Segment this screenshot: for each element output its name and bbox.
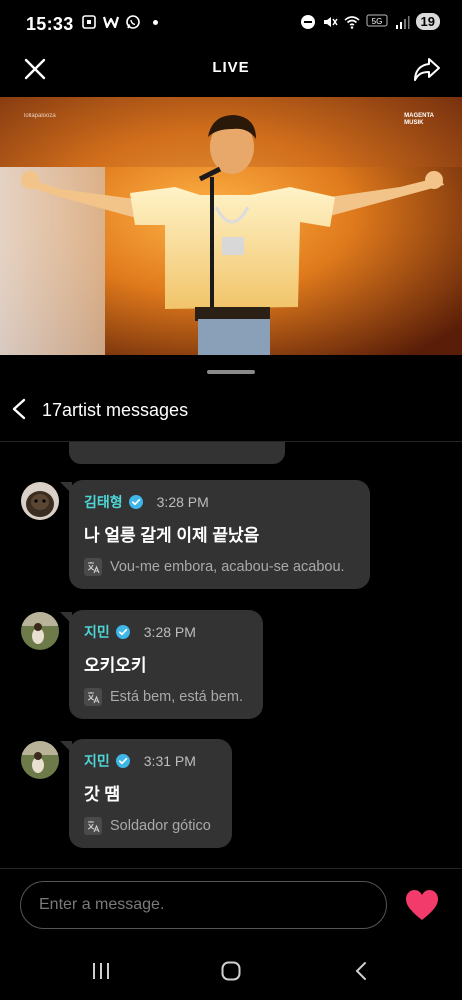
message-time: 3:28 PM <box>156 494 209 510</box>
avatar[interactable] <box>21 741 59 779</box>
previous-message-bubble <box>69 442 285 464</box>
sender-name: 김태형 <box>84 494 123 510</box>
avatar-dog-image <box>21 482 59 520</box>
system-nav-bar <box>0 945 462 1000</box>
message-bubble[interactable]: 김태형 3:28 PM 나 얼릉 갈게 이제 끝났음 Vou-me embora… <box>69 480 370 589</box>
avatar[interactable] <box>21 612 59 650</box>
translate-icon <box>84 688 102 706</box>
message-bubble[interactable]: 지민 3:28 PM 오키오키 Está bem, está bem. <box>69 610 263 719</box>
video-watermark-line2: MUSIK <box>404 120 424 126</box>
avatar-photo-image <box>21 741 59 779</box>
translate-icon <box>84 558 102 576</box>
status-time: 15:33 <box>26 14 74 34</box>
mute-icon <box>323 16 338 27</box>
translation-text: Soldador gótico <box>110 818 211 834</box>
network-label: 5G <box>371 17 382 26</box>
wifi-icon <box>344 15 360 29</box>
message-time: 3:31 PM <box>143 753 196 769</box>
message-meta: 지민 3:31 PM <box>84 752 218 770</box>
composer-divider <box>0 868 462 869</box>
translate-icon <box>84 817 102 835</box>
message-translation: Vou-me embora, acabou-se acabou. <box>84 558 356 576</box>
sender-name: 지민 <box>84 753 110 769</box>
verified-badge-icon <box>115 754 130 768</box>
message-text: 갓 땜 <box>84 785 121 804</box>
translation-text: Está bem, está bem. <box>110 689 243 705</box>
avatar[interactable] <box>21 482 59 520</box>
more-notifications-dot <box>153 19 158 25</box>
message-input[interactable] <box>20 881 387 929</box>
concert-video-frame <box>0 97 462 355</box>
translation-text: Vou-me embora, acabou-se acabou. <box>110 559 345 575</box>
verified-badge-icon <box>128 495 143 509</box>
heart-icon[interactable] <box>404 888 440 922</box>
home-icon[interactable] <box>220 960 242 982</box>
network-5g-icon: 5G <box>366 14 388 26</box>
battery-level: 19 <box>415 13 440 30</box>
sheet-drag-handle[interactable] <box>207 370 255 374</box>
message-time: 3:28 PM <box>143 624 196 640</box>
video-watermark-line1: MAGENTA <box>404 113 434 119</box>
weverse-icon <box>103 16 119 29</box>
verified-badge-icon <box>115 625 130 639</box>
thread-title: 17artist messages <box>42 400 189 420</box>
message-bubble[interactable]: 지민 3:31 PM 갓 땜 Soldador gótico <box>69 739 232 848</box>
avatar-photo-image <box>21 612 59 650</box>
status-notification-icons <box>81 14 158 30</box>
live-title: LIVE <box>212 59 250 76</box>
message-text: 오키오키 <box>84 656 147 675</box>
whatsapp-icon <box>126 15 140 29</box>
message-translation: Está bem, está bem. <box>84 688 249 706</box>
status-system-icons: 5G 19 <box>300 13 440 30</box>
video-watermark-left: lollapalooza <box>24 113 56 119</box>
status-bar: 15:33 5G 19 <box>0 0 462 46</box>
message-list[interactable]: 김태형 3:28 PM 나 얼릉 갈게 이제 끝났음 Vou-me embora… <box>0 442 462 868</box>
sender-name: 지민 <box>84 624 110 640</box>
recent-apps-icon[interactable] <box>90 960 112 982</box>
share-icon[interactable] <box>412 54 442 84</box>
app-root: 15:33 5G 19 LIVE lollapalooza MAGENTA MU… <box>0 0 462 1000</box>
message-meta: 김태형 3:28 PM <box>84 493 356 511</box>
live-header: LIVE <box>0 46 462 94</box>
message-text: 나 얼릉 갈게 이제 끝났음 <box>84 526 260 545</box>
screenshot-icon <box>82 15 96 29</box>
message-translation: Soldador gótico <box>84 817 218 835</box>
do-not-disturb-icon <box>300 14 315 29</box>
live-video-player[interactable]: lollapalooza MAGENTA MUSIK <box>0 97 462 355</box>
signal-icon <box>395 15 410 29</box>
back-arrow-icon[interactable] <box>8 394 30 424</box>
message-meta: 지민 3:28 PM <box>84 623 249 641</box>
thread-header: 17artist messages <box>0 386 462 434</box>
nav-back-icon[interactable] <box>351 960 371 982</box>
video-watermark-right: MAGENTA MUSIK <box>404 113 434 127</box>
